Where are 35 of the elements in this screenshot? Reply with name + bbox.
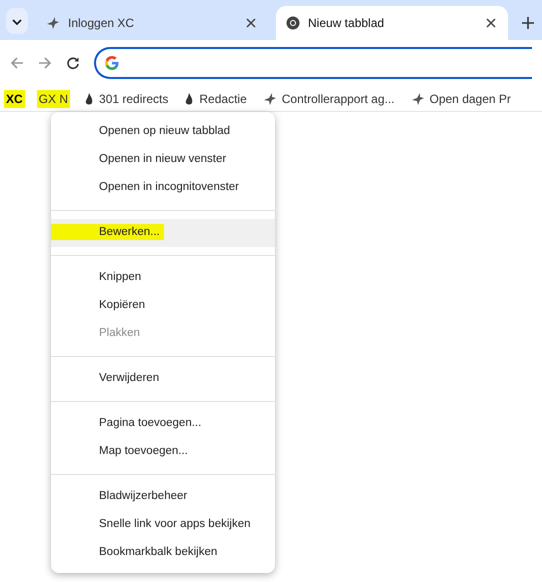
chrome-icon — [286, 16, 300, 30]
menu-item[interactable]: Knippen — [51, 264, 275, 292]
bookmark[interactable]: GX N — [36, 90, 70, 108]
browser-tab[interactable]: Inloggen XC — [36, 6, 268, 40]
address-bar[interactable] — [94, 47, 532, 79]
menu-item[interactable]: Bladwijzerbeheer — [51, 483, 275, 511]
menu-item[interactable]: Openen in nieuw venster — [51, 146, 275, 174]
tab-list-button[interactable] — [6, 8, 28, 34]
back-button[interactable] — [10, 55, 24, 71]
menu-item[interactable]: Openen op nieuw tabblad — [51, 118, 275, 146]
new-tab-button[interactable] — [520, 17, 536, 29]
menu-item[interactable]: Snelle link voor apps bekijken — [51, 511, 275, 539]
menu-item[interactable]: Bewerken... — [51, 219, 275, 247]
menu-item[interactable]: Bookmarkbalk bekijken — [51, 539, 275, 567]
google-icon — [104, 55, 120, 71]
tab-title: Inloggen XC — [68, 15, 134, 32]
menu-item[interactable]: Kopiëren — [51, 292, 275, 320]
menu-item[interactable]: Pagina toevoegen... — [51, 410, 275, 438]
bookmark[interactable]: XC — [4, 90, 25, 108]
browser-tab[interactable]: Nieuw tabblad — [276, 6, 508, 40]
caret-icon — [12, 18, 22, 25]
menu-item[interactable]: Verwijderen — [51, 365, 275, 393]
tab-title: Nieuw tabblad — [308, 15, 384, 32]
bookmark[interactable]: 301 redirects — [82, 90, 170, 108]
menu-item[interactable]: Openen in incognitovenster — [51, 174, 275, 202]
close-icon[interactable] — [484, 18, 498, 28]
bookmark[interactable]: Controllerapport ag... — [260, 90, 396, 108]
forward-button[interactable] — [38, 55, 52, 71]
bookmark[interactable]: Open dagen Pr — [408, 90, 513, 108]
menu-item[interactable]: Map toevoegen... — [51, 438, 275, 466]
flame-icon — [84, 92, 94, 106]
close-icon[interactable] — [244, 18, 258, 28]
bookmark[interactable]: Redactie — [182, 90, 249, 108]
flame-icon — [184, 92, 194, 106]
reload-button[interactable] — [66, 55, 80, 71]
